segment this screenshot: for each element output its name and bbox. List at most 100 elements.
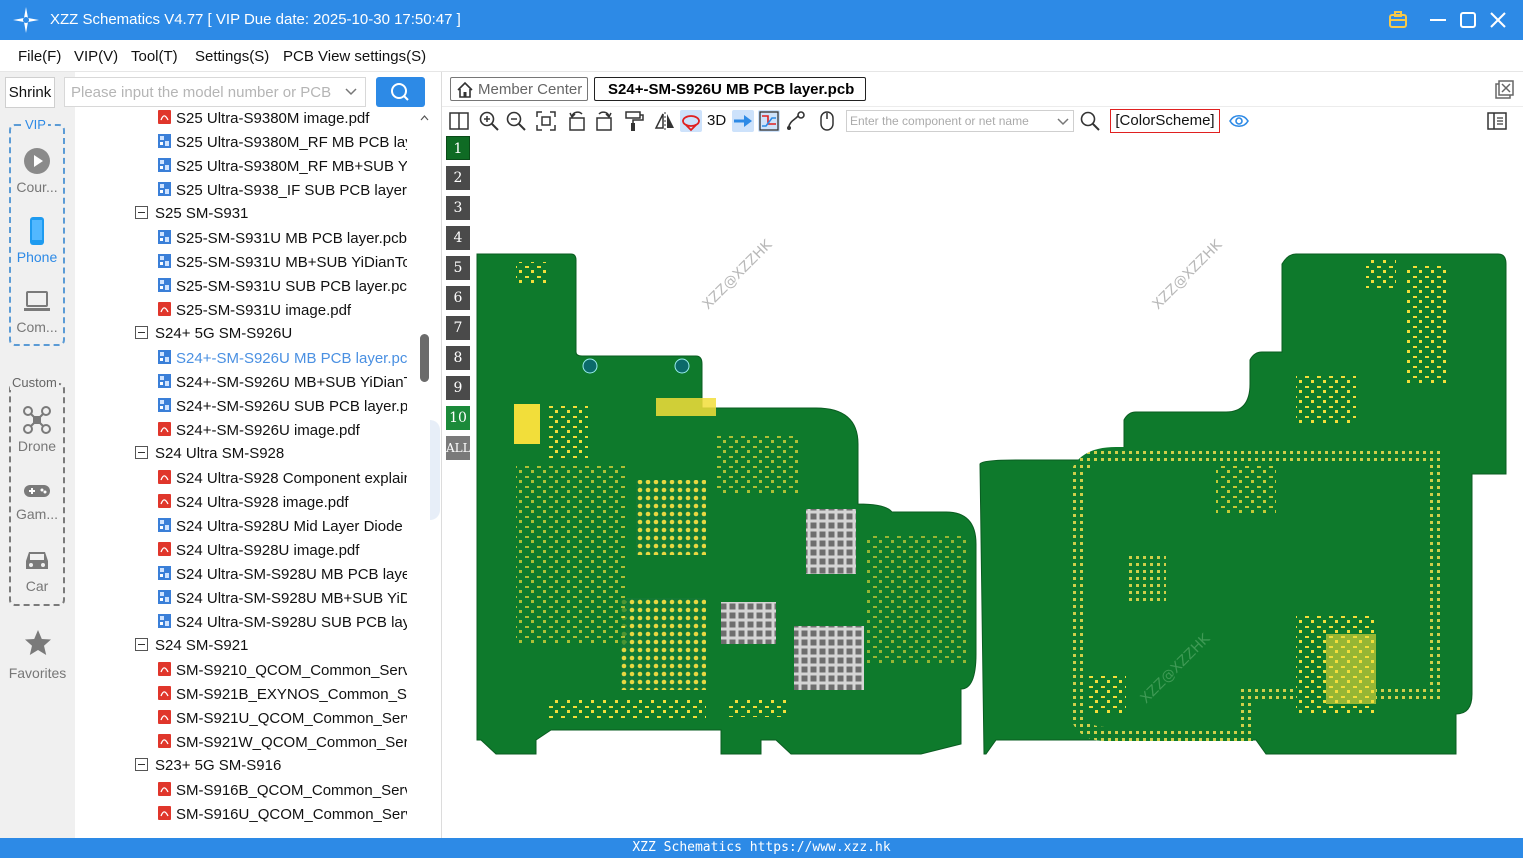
mirror-icon[interactable] bbox=[654, 110, 676, 132]
collapse-icon[interactable] bbox=[135, 638, 148, 651]
pcb-pane: Member Center S24+-SM-S926U MB PCB layer… bbox=[441, 72, 1523, 838]
nav-phone[interactable]: Phone bbox=[11, 216, 63, 265]
pin-direction-icon[interactable] bbox=[732, 110, 754, 132]
layer-button-10[interactable]: 10 bbox=[446, 406, 470, 430]
tab-active-pcb[interactable]: S24+-SM-S926U MB PCB layer.pcb bbox=[594, 77, 866, 101]
tree-file[interactable]: S24 Ultra-SM-S928U SUB PCB layer bbox=[157, 613, 407, 637]
tree-file[interactable]: S24+-SM-S926U MB PCB layer.pcb bbox=[157, 349, 407, 373]
tree-file[interactable]: S25 Ultra-S9380M_RF MB PCB layer.pcb bbox=[157, 133, 407, 157]
close-icon[interactable] bbox=[1487, 9, 1509, 31]
tree-folder[interactable]: S23+ 5G SM-S916 bbox=[135, 757, 405, 781]
pdf-file-icon bbox=[158, 494, 171, 508]
tree-file[interactable]: S25 Ultra-S9380M image.pdf bbox=[157, 109, 407, 133]
trace-layer-icon[interactable] bbox=[758, 110, 780, 132]
minimize-icon[interactable] bbox=[1427, 9, 1449, 31]
layer-button-all[interactable]: ALL bbox=[446, 436, 471, 460]
nav-courses[interactable]: Cour... bbox=[11, 146, 63, 195]
zoom-out-icon[interactable] bbox=[505, 110, 527, 132]
nav-favorites[interactable]: Favorites bbox=[0, 628, 75, 681]
tree-file[interactable]: S24 Ultra-S928U image.pdf bbox=[157, 541, 407, 565]
tree-file[interactable]: S25-SM-S931U MB+SUB YiDianTong bbox=[157, 253, 407, 277]
close-tab-icon[interactable] bbox=[1494, 80, 1514, 100]
net-highlight-icon[interactable] bbox=[680, 110, 702, 132]
tree-file[interactable]: S24 Ultra-S928 Component explain bbox=[157, 469, 407, 493]
shrink-button[interactable]: Shrink bbox=[5, 77, 55, 108]
layer-button-9[interactable]: 9 bbox=[446, 376, 470, 400]
layer-button-8[interactable]: 8 bbox=[446, 346, 470, 370]
tree-file[interactable]: S25-SM-S931U SUB PCB layer.pcb bbox=[157, 277, 407, 301]
menu-settings[interactable]: Settings(S) bbox=[195, 48, 269, 65]
tree-item-label: SM-S916U_QCOM_Common_Service bbox=[176, 806, 407, 823]
side-panel-icon[interactable] bbox=[1486, 110, 1508, 132]
chevron-down-icon[interactable] bbox=[345, 86, 357, 98]
layer-button-7[interactable]: 7 bbox=[446, 316, 470, 340]
tree-file[interactable]: S25 Ultra-S938_IF SUB PCB layer.pcb bbox=[157, 181, 407, 205]
tree-folder[interactable]: S24+ 5G SM-S926U bbox=[135, 325, 405, 349]
layer-button-3[interactable]: 3 bbox=[446, 196, 470, 220]
tree-folder[interactable]: S25 SM-S931 bbox=[135, 205, 405, 229]
nav-car-label: Car bbox=[25, 578, 49, 594]
tree-item-label: S24 Ultra-SM-S928U MB+SUB YiDi bbox=[176, 590, 407, 607]
tree-file[interactable]: SM-S916B_QCOM_Common_Service bbox=[157, 781, 407, 805]
menu-tool[interactable]: Tool(T) bbox=[131, 48, 178, 65]
split-view-icon[interactable] bbox=[448, 110, 470, 132]
pcb-canvas[interactable]: XZZ@XZZHK XZZ@XZZHK XZZ@XZZHK bbox=[476, 134, 1522, 838]
tree-file[interactable]: S24 Ultra-S928 image.pdf bbox=[157, 493, 407, 517]
layer-button-1[interactable]: 1 bbox=[446, 136, 470, 160]
nav-computer-label: Com... bbox=[16, 319, 58, 335]
model-search-input[interactable] bbox=[71, 81, 331, 103]
tree-file[interactable]: SM-S9210_QCOM_Common_Service bbox=[157, 661, 407, 685]
tree-file[interactable]: SM-S916U_QCOM_Common_Service bbox=[157, 805, 407, 829]
zoom-in-icon[interactable] bbox=[478, 110, 500, 132]
tree-file[interactable]: SM-S921U_QCOM_Common_Service bbox=[157, 709, 407, 733]
tab-member-center[interactable]: Member Center bbox=[450, 77, 588, 101]
tree-file[interactable]: SM-S921B_EXYNOS_Common_Service bbox=[157, 685, 407, 709]
nav-games[interactable]: Gam... bbox=[11, 479, 63, 522]
nav-computer[interactable]: Com... bbox=[11, 286, 63, 335]
layer-button-5[interactable]: 5 bbox=[446, 256, 470, 280]
tree-scroll-thumb[interactable] bbox=[420, 334, 429, 382]
layer-button-2[interactable]: 2 bbox=[446, 166, 470, 190]
tree-file[interactable]: S24 Ultra-SM-S928U MB PCB layer bbox=[157, 565, 407, 589]
brush-icon[interactable] bbox=[623, 110, 645, 132]
briefcase-icon[interactable] bbox=[1387, 9, 1409, 31]
nav-drone-label: Drone bbox=[17, 438, 57, 454]
tree-file[interactable]: S24 Ultra-S928U Mid Layer Diode V bbox=[157, 517, 407, 541]
toolbar-3d-button[interactable]: 3D bbox=[707, 112, 726, 129]
tree-file[interactable]: S24 Ultra-SM-S928U MB+SUB YiDi bbox=[157, 589, 407, 613]
tree-file[interactable]: S25 Ultra-S9380M_RF MB+SUB YiDianTong.pc… bbox=[157, 157, 407, 181]
collapse-icon[interactable] bbox=[135, 446, 148, 459]
nav-car[interactable]: Car bbox=[11, 545, 63, 594]
menu-vip[interactable]: VIP(V) bbox=[74, 48, 118, 65]
collapse-icon[interactable] bbox=[135, 206, 148, 219]
tree-file[interactable]: S25-SM-S931U MB PCB layer.pcb bbox=[157, 229, 407, 253]
layer-button-4[interactable]: 4 bbox=[446, 226, 470, 250]
tree-file[interactable]: S24+-SM-S926U image.pdf bbox=[157, 421, 407, 445]
layer-button-6[interactable]: 6 bbox=[446, 286, 470, 310]
component-search-input[interactable] bbox=[850, 113, 1050, 129]
pcb-file-icon bbox=[158, 230, 171, 244]
sidebar-collapse-handle[interactable] bbox=[430, 420, 440, 520]
search-button[interactable] bbox=[376, 77, 425, 107]
menu-file[interactable]: File(F) bbox=[18, 48, 61, 65]
nav-drone[interactable]: Drone bbox=[11, 405, 63, 454]
fit-view-icon[interactable] bbox=[535, 110, 557, 132]
component-chevron-down-icon[interactable] bbox=[1057, 116, 1069, 128]
tree-file[interactable]: S25-SM-S931U image.pdf bbox=[157, 301, 407, 325]
tree-file[interactable]: SM-S921W_QCOM_Common_Service bbox=[157, 733, 407, 757]
tree-folder[interactable]: S24 SM-S921 bbox=[135, 637, 405, 661]
tree-file[interactable]: S24+-SM-S926U SUB PCB layer.pcb bbox=[157, 397, 407, 421]
menu-pcb-view-settings[interactable]: PCB View settings(S) bbox=[283, 48, 426, 65]
collapse-icon[interactable] bbox=[135, 326, 148, 339]
collapse-icon[interactable] bbox=[135, 758, 148, 771]
tree-folder[interactable]: S24 Ultra SM-S928 bbox=[135, 445, 405, 469]
mouse-icon[interactable] bbox=[816, 110, 838, 132]
rotate-right-icon[interactable] bbox=[593, 110, 615, 132]
tree-file[interactable]: S24+-SM-S926U MB+SUB YiDianTong bbox=[157, 373, 407, 397]
maximize-icon[interactable] bbox=[1457, 9, 1479, 31]
rotate-left-icon[interactable] bbox=[566, 110, 588, 132]
eye-icon[interactable] bbox=[1228, 110, 1250, 132]
color-scheme-button[interactable]: [ColorScheme] bbox=[1110, 109, 1220, 133]
wire-tool-icon[interactable] bbox=[785, 110, 807, 132]
component-search-icon[interactable] bbox=[1079, 110, 1101, 132]
